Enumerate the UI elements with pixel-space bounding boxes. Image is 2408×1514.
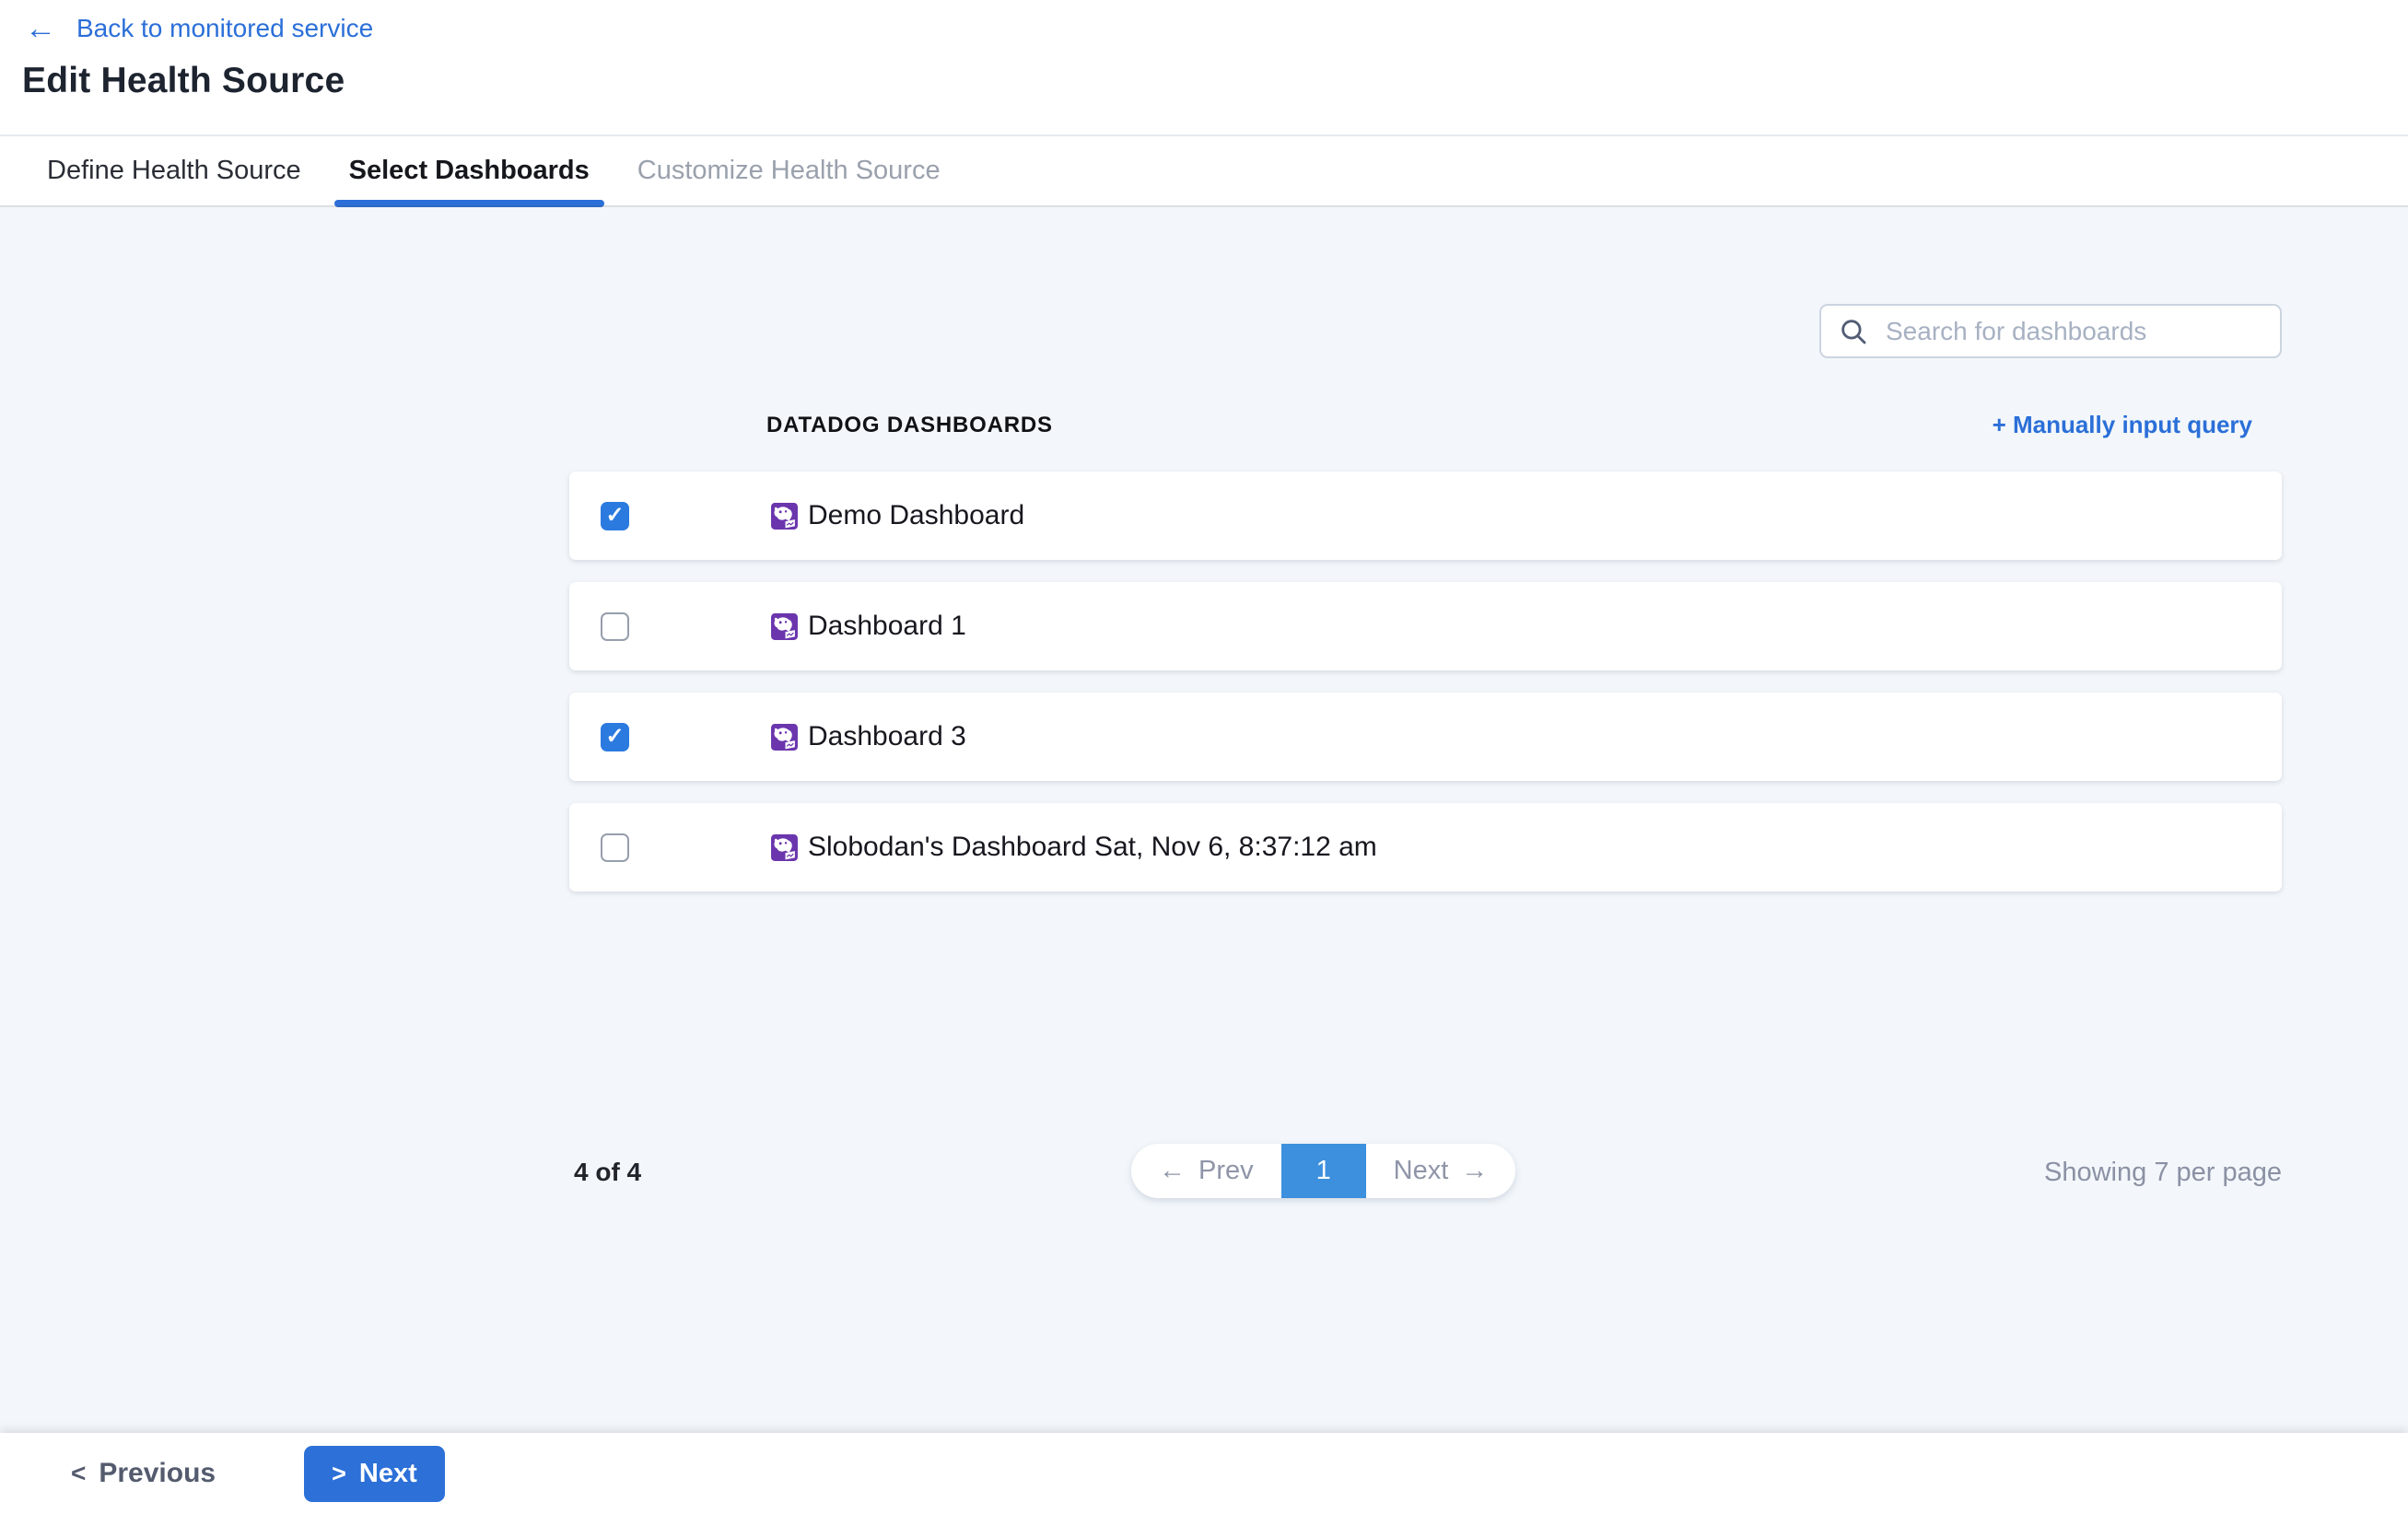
page-title: Edit Health Source (22, 61, 345, 101)
checkmark-icon: ✓ (605, 505, 624, 527)
back-arrow-icon: ← (25, 13, 56, 44)
edit-health-source-page: ← Back to monitored service Edit Health … (0, 0, 2408, 1514)
next-arrow-icon: → (1461, 1156, 1488, 1186)
tab-label: Select Dashboards (349, 156, 590, 186)
dashboard-list: ✓ Demo Dashboard ✓ (569, 472, 2282, 914)
tab-label: Define Health Source (47, 156, 301, 186)
datadog-icon (770, 502, 799, 530)
pagination-page-1[interactable]: 1 (1281, 1144, 1366, 1198)
previous-button[interactable]: < Previous (71, 1458, 216, 1489)
search-icon (1838, 316, 1869, 347)
dashboard-row[interactable]: ✓ Slobodan's Dashboard Sat, Nov 6, 8:37:… (569, 803, 2282, 891)
chevron-right-icon: > (332, 1460, 346, 1488)
datadog-icon (770, 833, 799, 862)
back-link-label: Back to monitored service (76, 14, 373, 43)
per-page-label: Showing 7 per page (2044, 1158, 2282, 1188)
dashboard-row[interactable]: ✓ Demo Dashboard (569, 472, 2282, 560)
tab-define-health-source[interactable]: Define Health Source (32, 136, 316, 205)
tab-customize-health-source[interactable]: Customize Health Source (623, 136, 955, 205)
dashboard-row[interactable]: ✓ Dashboard 1 (569, 582, 2282, 670)
content-area: DATADOG DASHBOARDS + Manually input quer… (0, 207, 2408, 1433)
row-checkbox[interactable]: ✓ (601, 723, 629, 751)
search-input[interactable] (1886, 317, 2263, 346)
prev-arrow-icon: ← (1159, 1156, 1186, 1186)
dashboard-name: Demo Dashboard (808, 500, 1024, 531)
row-checkbox[interactable]: ✓ (601, 833, 629, 862)
row-main: Slobodan's Dashboard Sat, Nov 6, 8:37:12… (770, 832, 1377, 863)
tab-select-dashboards[interactable]: Select Dashboards (334, 136, 604, 205)
manually-input-query-link[interactable]: + Manually input query (1993, 411, 2252, 439)
next-label: Next (1394, 1156, 1449, 1186)
row-main: Dashboard 3 (770, 721, 966, 752)
next-label: Next (359, 1459, 417, 1489)
dashboard-row[interactable]: ✓ Dashboard 3 (569, 693, 2282, 781)
pagination-next-button[interactable]: Next → (1366, 1144, 1516, 1198)
datadog-icon (770, 612, 799, 641)
row-main: Demo Dashboard (770, 500, 1024, 531)
list-column-header: DATADOG DASHBOARDS (766, 413, 1053, 438)
dashboard-name: Dashboard 1 (808, 611, 966, 642)
dashboard-name: Slobodan's Dashboard Sat, Nov 6, 8:37:12… (808, 832, 1377, 863)
next-button[interactable]: > Next (304, 1446, 445, 1502)
previous-label: Previous (99, 1458, 216, 1489)
dashboard-search-box (1819, 304, 2282, 358)
wizard-footer: < Previous > Next (0, 1433, 2408, 1514)
dashboard-name: Dashboard 3 (808, 721, 966, 752)
tab-label: Customize Health Source (637, 156, 941, 186)
wizard-tabbar: Define Health Source Select Dashboards C… (0, 134, 2408, 205)
row-checkbox[interactable]: ✓ (601, 502, 629, 530)
row-checkbox[interactable]: ✓ (601, 612, 629, 641)
chevron-left-icon: < (71, 1459, 86, 1488)
result-count: 4 of 4 (574, 1158, 641, 1187)
checkmark-icon: ✓ (605, 726, 624, 748)
back-link[interactable]: ← Back to monitored service (25, 13, 373, 44)
pagination-prev-button[interactable]: ← Prev (1131, 1144, 1281, 1198)
row-main: Dashboard 1 (770, 611, 966, 642)
prev-label: Prev (1198, 1156, 1254, 1186)
datadog-icon (770, 723, 799, 751)
pagination: ← Prev 1 Next → (1131, 1144, 1515, 1198)
